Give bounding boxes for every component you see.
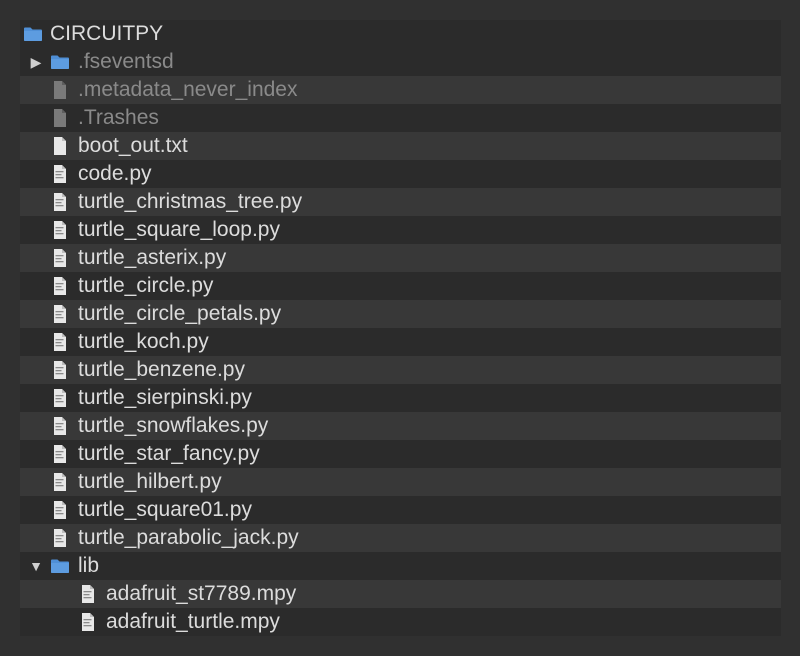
tree-item-label: turtle_hilbert.py [78,470,222,493]
tree-row[interactable]: ▶ .fseventsd [20,48,781,76]
python-file-icon [50,332,70,352]
tree-row[interactable]: turtle_circle.py [20,272,781,300]
folder-icon [23,24,43,44]
tree-row[interactable]: turtle_benzene.py [20,356,781,384]
tree-item-label: .Trashes [78,106,159,129]
tree-item-label: .fseventsd [78,50,174,73]
tree-item-label: turtle_sierpinski.py [78,386,252,409]
tree-row[interactable]: turtle_snowflakes.py [20,412,781,440]
tree-item-label: turtle_asterix.py [78,246,227,269]
folder-icon [50,52,70,72]
tree-row[interactable]: turtle_circle_petals.py [20,300,781,328]
python-file-icon [50,444,70,464]
tree-item-label: turtle_snowflakes.py [78,414,269,437]
tree-item-label: turtle_star_fancy.py [78,442,260,465]
tree-row[interactable]: turtle_christmas_tree.py [20,188,781,216]
python-file-icon [50,276,70,296]
tree-item-label: turtle_circle.py [78,274,214,297]
tree-item-label: turtle_circle_petals.py [78,302,282,325]
tree-row[interactable]: .Trashes [20,104,781,132]
disclosure-expanded-icon[interactable]: ▼ [29,552,43,580]
python-file-icon [50,528,70,548]
tree-row[interactable]: adafruit_turtle.mpy [20,608,781,636]
tree-row[interactable]: turtle_square01.py [20,496,781,524]
tree-item-label: .metadata_never_index [78,78,298,101]
tree-row[interactable]: turtle_hilbert.py [20,468,781,496]
tree-row[interactable]: turtle_sierpinski.py [20,384,781,412]
tree-row[interactable]: turtle_square_loop.py [20,216,781,244]
tree-item-label: turtle_square01.py [78,498,252,521]
text-file-icon [50,136,70,156]
tree-row[interactable]: turtle_parabolic_jack.py [20,524,781,552]
python-file-icon [78,612,98,632]
python-file-icon [50,192,70,212]
python-file-icon [50,360,70,380]
file-tree: CIRCUITPY ▶ .fseventsd .metadata_never_ind… [20,20,781,636]
python-file-icon [50,416,70,436]
tree-root-label: CIRCUITPY [50,22,164,45]
python-file-icon [50,164,70,184]
generic-file-icon [50,108,70,128]
tree-item-label: boot_out.txt [78,134,188,157]
tree-item-label: turtle_benzene.py [78,358,245,381]
python-file-icon [50,304,70,324]
tree-item-label: adafruit_st7789.mpy [106,582,297,605]
tree-item-label: turtle_koch.py [78,330,209,353]
tree-item-label: turtle_square_loop.py [78,218,280,241]
python-file-icon [50,248,70,268]
tree-item-label: turtle_parabolic_jack.py [78,526,299,549]
tree-row[interactable]: code.py [20,160,781,188]
tree-item-label: lib [78,554,100,577]
tree-items: ▶ .fseventsd .metadata_never_index .Trashes… [20,48,781,636]
python-file-icon [50,472,70,492]
tree-row[interactable]: .metadata_never_index [20,76,781,104]
python-file-icon [78,584,98,604]
generic-file-icon [50,80,70,100]
python-file-icon [50,500,70,520]
folder-icon [50,556,70,576]
disclosure-collapsed-icon[interactable]: ▶ [29,48,43,76]
tree-item-label: adafruit_turtle.mpy [106,610,280,633]
tree-row[interactable]: adafruit_st7789.mpy [20,580,781,608]
tree-item-label: turtle_christmas_tree.py [78,190,303,213]
tree-row[interactable]: turtle_star_fancy.py [20,440,781,468]
tree-root-row[interactable]: CIRCUITPY [20,20,781,48]
tree-row[interactable]: ▼ lib [20,552,781,580]
tree-row[interactable]: turtle_asterix.py [20,244,781,272]
python-file-icon [50,220,70,240]
tree-row[interactable]: turtle_koch.py [20,328,781,356]
tree-item-label: code.py [78,162,152,185]
python-file-icon [50,388,70,408]
tree-row[interactable]: boot_out.txt [20,132,781,160]
